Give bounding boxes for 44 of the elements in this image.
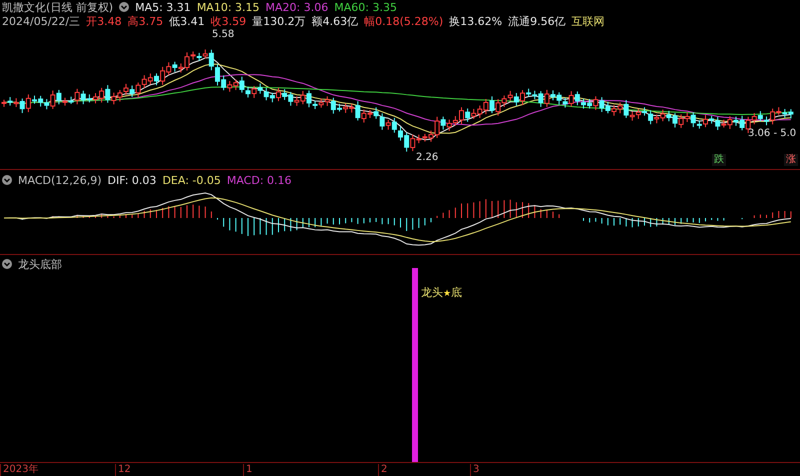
- quote-label: 量: [252, 14, 264, 28]
- quote-label: 低: [169, 14, 180, 28]
- ma-legend: MA60: 3.35: [334, 0, 397, 14]
- axis-label: 12: [115, 464, 131, 476]
- quote-value: 130.2万: [263, 14, 306, 28]
- quote-label: 流通: [508, 14, 530, 28]
- quote-value: 0.18(5.28%): [375, 14, 444, 28]
- quote-label: 高: [128, 14, 139, 28]
- low-price-mark: 2.26: [416, 152, 438, 163]
- quote-value: 13.62%: [460, 14, 502, 28]
- quote-value: 3.48: [97, 14, 122, 28]
- quote-date: 2024/05/22/三: [2, 14, 80, 28]
- axis-label: 1: [243, 464, 252, 476]
- quote-value: 3.41: [180, 14, 205, 28]
- rise-button[interactable]: 涨: [784, 154, 798, 166]
- ma-legend: MA20: 3.06: [266, 0, 328, 14]
- quote-label: 幅: [364, 14, 376, 28]
- range-mark: 3.06 - 5.0: [748, 128, 796, 139]
- chevron-icon[interactable]: [2, 175, 12, 185]
- sector-tag[interactable]: 互联网: [572, 14, 605, 28]
- macd-legend: DEA: -0.05: [162, 174, 221, 186]
- signal-label: 龙头★底: [421, 285, 462, 300]
- fall-button[interactable]: 跌: [712, 154, 726, 166]
- macd-legend: MACD(12,26,9): [18, 174, 102, 186]
- macd-legend: MACD: 0.16: [226, 174, 292, 186]
- quote-label: 额: [312, 14, 323, 28]
- stock-title: 凯撒文化(日线 前复权): [2, 0, 114, 14]
- macd-legend: DIF: 0.03: [108, 174, 156, 186]
- high-price-mark: 5.58: [212, 29, 234, 40]
- axis-label: 2: [378, 464, 388, 476]
- ma-legend: MA5: 3.31: [135, 0, 191, 14]
- axis-label: 2023年: [0, 464, 38, 476]
- quote-value: 9.56亿: [530, 14, 566, 28]
- quote-label: 开: [86, 14, 98, 28]
- quote-value: 3.59: [222, 14, 246, 28]
- quote-value: 4.63亿: [322, 14, 358, 28]
- quote-value: 3.75: [138, 14, 164, 28]
- chevron-icon[interactable]: [119, 2, 130, 12]
- chevron-icon[interactable]: [2, 259, 12, 269]
- axis-label: 3: [470, 464, 480, 476]
- ma-legend: MA10: 3.15: [196, 0, 260, 14]
- quote-label: 收: [210, 14, 222, 28]
- indicator-title: 龙头底部: [18, 258, 62, 270]
- quote-label: 换: [449, 14, 460, 28]
